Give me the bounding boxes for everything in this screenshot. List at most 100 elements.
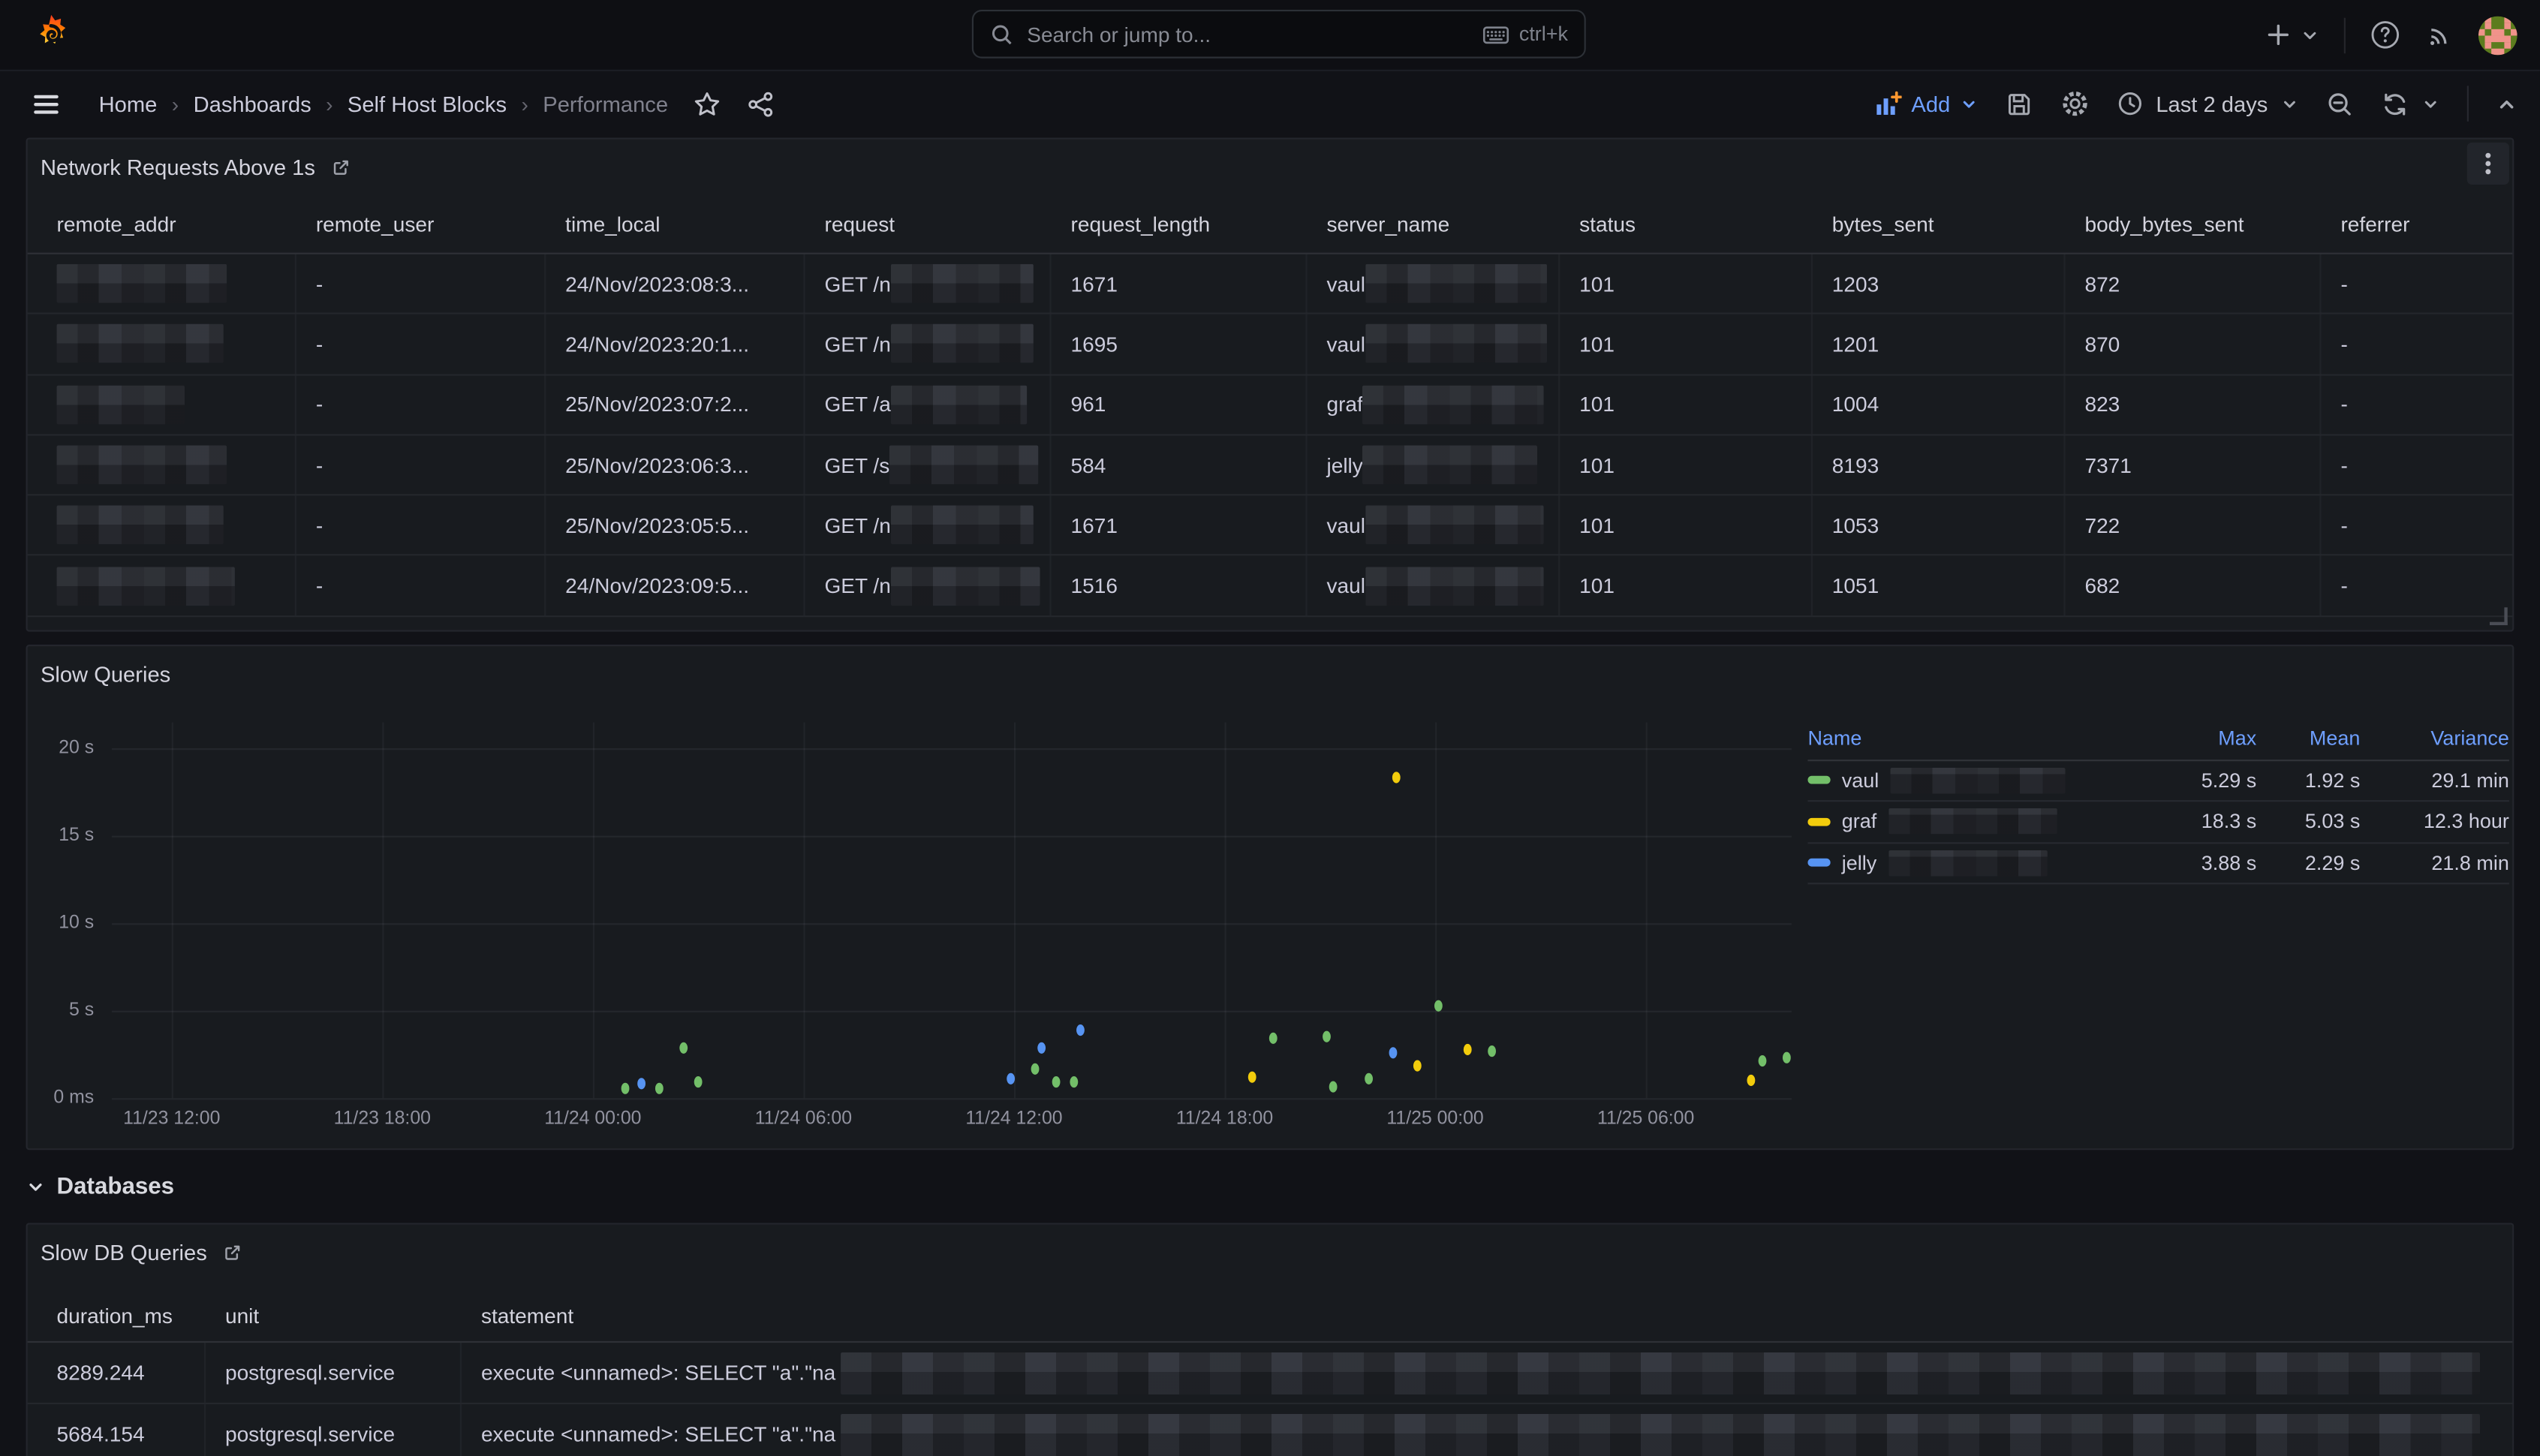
search-input[interactable]: Search or jump to... ctrl+k: [972, 10, 1586, 59]
save-dashboard-icon[interactable]: [2006, 90, 2033, 118]
x-gridline: [382, 723, 384, 1099]
cell-bytes-sent: 1201: [1813, 314, 2066, 373]
column-header[interactable]: body_bytes_sent: [2066, 196, 2322, 253]
cell-request-length: 1671: [1052, 254, 1308, 313]
breadcrumb-item[interactable]: Performance: [543, 92, 668, 116]
data-point: [1434, 1000, 1443, 1011]
column-header[interactable]: request_length: [1052, 196, 1308, 253]
breadcrumb-item[interactable]: Home: [99, 92, 158, 116]
cell-referrer: -: [2322, 496, 2513, 555]
x-axis-tick-label: 11/25 00:00: [1386, 1109, 1483, 1129]
legend-series-name: vaul: [1807, 767, 2143, 793]
legend-column-header[interactable]: Variance: [2360, 728, 2509, 751]
external-link-icon[interactable]: [221, 1241, 242, 1262]
cell-statement: execute <unnamed>: SELECT "a"."na: [462, 1404, 2512, 1456]
redacted-blur: [1365, 264, 1547, 303]
keyboard-icon: [1482, 22, 1509, 46]
column-header[interactable]: request: [805, 196, 1052, 253]
zoom-out-time-icon[interactable]: [2326, 90, 2354, 118]
scatter-plot: 0 ms5 s10 s15 s20 s11/23 12:0011/23 18:0…: [112, 723, 1792, 1099]
legend-variance-value: 21.8 min: [2360, 852, 2509, 874]
breadcrumb-item[interactable]: Dashboards: [194, 92, 311, 116]
legend-variance-value: 29.1 min: [2360, 769, 2509, 792]
legend-row[interactable]: vaul5.29 s1.92 s29.1 min: [1807, 760, 2508, 802]
legend-column-header[interactable]: Mean: [2256, 728, 2360, 751]
column-header[interactable]: duration_ms: [28, 1289, 206, 1341]
cell-unit: postgresql.service: [206, 1343, 462, 1403]
legend-column-header[interactable]: Name: [1807, 728, 2143, 751]
data-point: [1329, 1081, 1338, 1093]
data-point: [638, 1078, 646, 1090]
external-link-icon[interactable]: [330, 156, 351, 177]
section-databases[interactable]: Databases: [26, 1163, 175, 1212]
cell-time-local: 25/Nov/2023:06:3...: [546, 435, 805, 494]
add-panel-button[interactable]: Add: [1874, 90, 1978, 118]
cell-remote-addr: [28, 254, 296, 313]
data-point: [1270, 1033, 1278, 1044]
table-row: -24/Nov/2023:09:5...GET /n1516vaul101105…: [28, 556, 2513, 616]
legend-mean-value: 5.03 s: [2256, 811, 2360, 833]
chevron-down-icon: [2301, 25, 2320, 44]
x-axis-tick-label: 11/24 06:00: [755, 1109, 852, 1129]
panel-slow-db-queries: Slow DB Queries duration_msunitstatement…: [26, 1223, 2514, 1456]
panel-resize-handle[interactable]: [2490, 607, 2508, 625]
search-icon: [990, 22, 1014, 46]
column-header[interactable]: server_name: [1308, 196, 1560, 253]
column-header[interactable]: statement: [462, 1289, 2512, 1341]
column-header[interactable]: unit: [206, 1289, 462, 1341]
clock-icon: [2117, 91, 2144, 117]
column-header[interactable]: time_local: [546, 196, 805, 253]
redacted-blur: [57, 264, 227, 303]
cell-remote-user: -: [296, 375, 546, 434]
breadcrumb-item[interactable]: Self Host Blocks: [348, 92, 507, 116]
share-icon[interactable]: [748, 90, 775, 118]
redacted-blur: [1888, 850, 2046, 876]
table-row: 5684.154postgresql.serviceexecute <unnam…: [28, 1404, 2513, 1456]
column-header[interactable]: remote_addr: [28, 196, 296, 253]
legend-column-header[interactable]: Max: [2143, 728, 2256, 751]
dashboard-settings-icon[interactable]: [2060, 89, 2090, 119]
cell-remote-addr: [28, 496, 296, 555]
refresh-button[interactable]: [2381, 90, 2439, 118]
column-header[interactable]: remote_user: [296, 196, 546, 253]
menu-toggle-icon[interactable]: [31, 89, 62, 119]
news-rss-icon[interactable]: [2425, 20, 2454, 50]
data-point: [1463, 1044, 1471, 1055]
panel-menu-button[interactable]: [2467, 143, 2509, 185]
x-gridline: [1435, 723, 1437, 1099]
x-axis-tick-label: 11/23 12:00: [123, 1109, 220, 1129]
redacted-blur: [891, 385, 1027, 424]
help-icon[interactable]: [2370, 20, 2400, 50]
grafana-dashboard: Search or jump to... ctrl+k: [0, 0, 2540, 1456]
network-table-body: -24/Nov/2023:08:3...GET /n1671vaul101120…: [28, 254, 2513, 617]
column-header[interactable]: bytes_sent: [1813, 196, 2066, 253]
legend-row[interactable]: graf18.3 s5.03 s12.3 hour: [1807, 802, 2508, 843]
cell-duration-ms: 8289.244: [28, 1343, 206, 1403]
time-range-picker[interactable]: Last 2 days: [2117, 91, 2299, 117]
redacted-blur: [1365, 506, 1543, 545]
x-axis-tick-label: 11/23 18:00: [334, 1109, 431, 1129]
cell-remote-addr: [28, 556, 296, 615]
cell-request: GET /s: [805, 435, 1052, 494]
new-button[interactable]: [2265, 21, 2319, 49]
cell-status: 101: [1560, 375, 1813, 434]
section-title: Databases: [57, 1175, 175, 1201]
redacted-blur: [841, 1352, 2481, 1394]
data-point: [1249, 1072, 1257, 1083]
column-header[interactable]: referrer: [2322, 196, 2513, 253]
column-header[interactable]: status: [1560, 196, 1813, 253]
data-point: [1052, 1075, 1061, 1087]
legend-mean-value: 2.29 s: [2256, 852, 2360, 874]
redacted-blur: [1365, 325, 1547, 364]
star-icon[interactable]: [694, 90, 722, 118]
network-table-header: remote_addrremote_usertime_localrequestr…: [28, 196, 2513, 254]
cell-request-length: 1516: [1052, 556, 1308, 615]
collapse-toolbar-icon[interactable]: [2496, 93, 2517, 114]
legend-row[interactable]: jelly3.88 s2.29 s21.8 min: [1807, 843, 2508, 884]
user-avatar[interactable]: [2478, 16, 2517, 55]
table-row: -25/Nov/2023:05:5...GET /n1671vaul101105…: [28, 496, 2513, 556]
y-gridline: [112, 923, 1792, 925]
x-axis-tick-label: 11/24 18:00: [1176, 1109, 1273, 1129]
cell-server-name: jelly: [1308, 435, 1560, 494]
grafana-logo-icon[interactable]: [29, 13, 73, 56]
